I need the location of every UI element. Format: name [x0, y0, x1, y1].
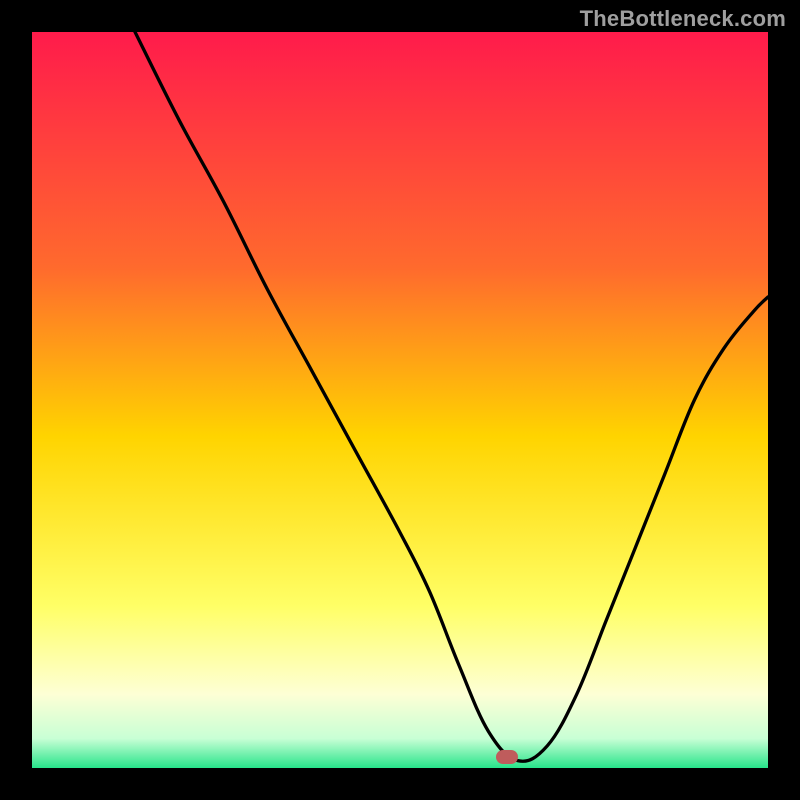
plot-area [32, 32, 768, 768]
chart-stage: TheBottleneck.com [0, 0, 800, 800]
bottleneck-curve [32, 32, 768, 768]
optimum-marker [496, 750, 518, 764]
watermark-text: TheBottleneck.com [580, 6, 786, 32]
